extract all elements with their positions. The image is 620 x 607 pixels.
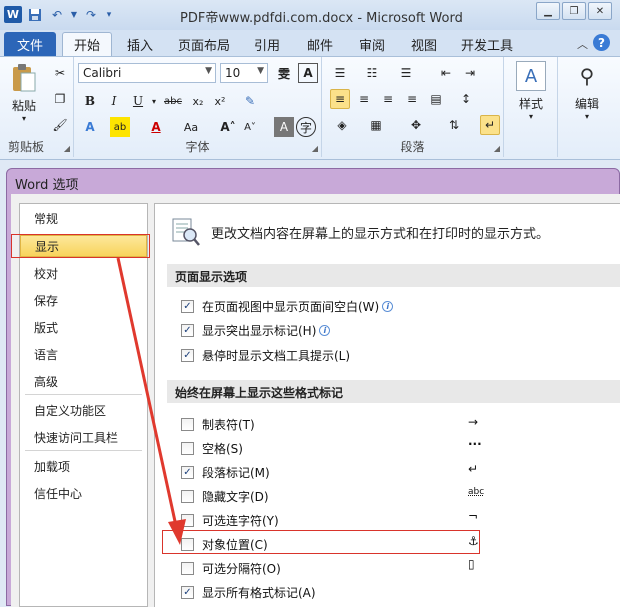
- annotation-arrow: [116, 257, 186, 545]
